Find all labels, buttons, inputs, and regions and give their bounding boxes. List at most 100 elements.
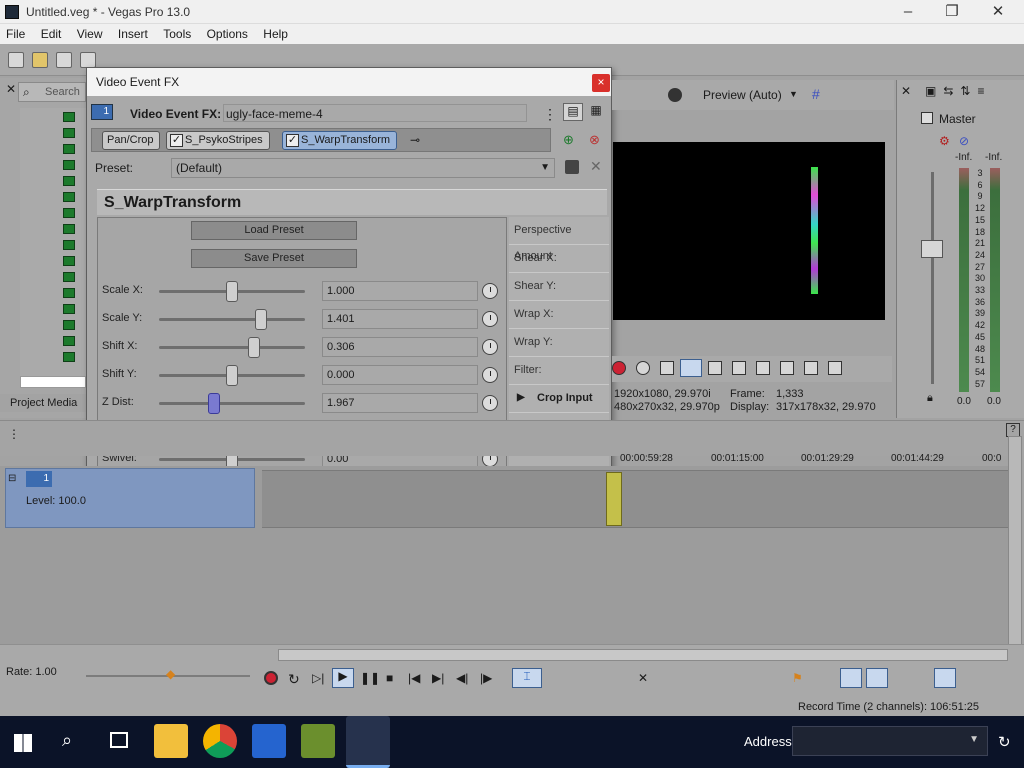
tree-folder-icon[interactable] <box>63 128 75 138</box>
master-checkbox[interactable] <box>921 112 933 124</box>
explorer-hscroll[interactable] <box>20 376 86 388</box>
prev-frame-icon[interactable] <box>804 361 818 375</box>
chain-warptransform[interactable]: ✓ S_WarpTransform <box>282 131 398 150</box>
stop-icon[interactable] <box>732 361 746 375</box>
chain-psykostripes[interactable]: ✓ S_PsykoStripes <box>166 131 270 150</box>
menu-file[interactable]: File <box>0 24 31 41</box>
record-icon[interactable] <box>264 671 278 685</box>
mixer-fx-icon[interactable]: ⚙ <box>939 134 950 148</box>
preview-quality-dropdown[interactable]: Preview (Auto) <box>703 88 782 102</box>
go-to-end-icon[interactable]: ▶| <box>432 671 444 685</box>
pause-icon[interactable]: ❚❚ <box>360 671 380 685</box>
file-explorer-icon[interactable] <box>154 724 188 758</box>
chrome-icon[interactable] <box>203 724 237 758</box>
menu-options[interactable]: Options <box>201 24 254 41</box>
view-list-icon[interactable]: ▤ <box>563 103 583 121</box>
tree-folder-icon[interactable] <box>63 224 75 234</box>
app-icon[interactable] <box>301 724 335 758</box>
crop-input-group[interactable]: ▶ Crop Input <box>509 385 609 413</box>
mixer-close-icon[interactable]: ✕ <box>901 84 911 98</box>
param-slider-track[interactable] <box>159 346 305 349</box>
timeline-gripper-icon[interactable]: ⋮ <box>8 427 20 441</box>
chevron-down-icon[interactable]: ▼ <box>969 734 979 745</box>
param-slider-track[interactable] <box>159 318 305 321</box>
loop-icon[interactable]: ↻ <box>288 671 300 688</box>
keyframe-clock-icon[interactable] <box>482 395 498 411</box>
lock-icon[interactable]: 🔒︎ <box>927 392 933 405</box>
pause-icon[interactable] <box>708 361 722 375</box>
param-slider-thumb[interactable] <box>208 393 221 414</box>
play-icon[interactable]: ▶ <box>332 668 354 688</box>
delete-preset-icon[interactable]: ✕ <box>590 158 602 175</box>
lock-envelope-icon[interactable] <box>934 668 956 688</box>
menu-help[interactable]: Help <box>257 24 294 41</box>
param-value-field[interactable]: 1.967 <box>322 393 478 413</box>
tree-folder-icon[interactable] <box>63 336 75 346</box>
delete-icon[interactable]: ✕ <box>638 671 648 685</box>
go-to-start-icon[interactable]: |◀ <box>408 671 420 685</box>
address-input[interactable]: ▼ <box>792 726 988 756</box>
search-box[interactable]: ⌕ Search <box>18 82 86 102</box>
tree-folder-icon[interactable] <box>63 352 75 362</box>
param-value-field[interactable]: 0.306 <box>322 337 478 357</box>
tree-folder-icon[interactable] <box>63 304 75 314</box>
vegas-taskbar-icon[interactable] <box>346 716 390 768</box>
param-slider-thumb[interactable] <box>247 337 260 358</box>
tree-folder-icon[interactable] <box>63 240 75 250</box>
tree-folder-icon[interactable] <box>63 256 75 266</box>
param-value-field[interactable]: 0.000 <box>322 365 478 385</box>
param-slider-thumb[interactable] <box>226 365 238 386</box>
chain-pan-crop[interactable]: Pan/Crop <box>102 131 161 150</box>
close-window-button[interactable]: ✕ <box>990 4 1006 20</box>
plugin-chain-add-icon[interactable]: ⊕ <box>563 132 574 148</box>
todo-icon[interactable] <box>252 724 286 758</box>
project-media-tab[interactable]: Project Media <box>0 394 86 412</box>
play-from-start-icon[interactable] <box>660 361 674 375</box>
mixer-mute-icon[interactable]: ⊘ <box>959 134 969 148</box>
param-value-field[interactable]: 1.000 <box>322 281 478 301</box>
param-value-field[interactable]: 1.401 <box>322 309 478 329</box>
play-icon[interactable] <box>680 359 702 377</box>
properties-icon[interactable] <box>80 52 96 68</box>
open-icon[interactable] <box>32 52 48 68</box>
maximize-button[interactable]: ❐ <box>944 4 960 20</box>
tree-folder-icon[interactable] <box>63 208 75 218</box>
keyframe-clock-icon[interactable] <box>482 283 498 299</box>
param-slider-thumb[interactable] <box>255 309 268 330</box>
snap-icon[interactable] <box>866 668 888 688</box>
preset-dropdown[interactable]: (Default) ▼ <box>171 158 555 178</box>
video-clip[interactable] <box>606 472 622 526</box>
overlay-grid-icon[interactable]: # <box>812 86 820 102</box>
tree-folder-icon[interactable] <box>63 144 75 154</box>
rate-slider-thumb[interactable]: ◆ <box>166 667 175 681</box>
marker-icon[interactable]: ⚑ <box>792 671 803 685</box>
dialog-close-button[interactable]: × <box>592 74 610 92</box>
edit-tool-icon[interactable]: ⌶ <box>512 668 542 688</box>
plugin-chain-remove-icon[interactable]: ⊗ <box>589 132 600 148</box>
chevron-down-icon[interactable]: ▼ <box>789 89 798 99</box>
next-frame-icon[interactable]: |▶ <box>480 671 492 685</box>
tree-folder-icon[interactable] <box>63 288 75 298</box>
search-icon[interactable]: ⌕ <box>62 730 72 751</box>
checkbox-checked-icon[interactable]: ✓ <box>170 134 183 147</box>
save-preset-button[interactable]: Save Preset <box>191 249 357 268</box>
tree-folder-icon[interactable] <box>63 160 75 170</box>
param-slider-track[interactable] <box>159 402 305 405</box>
stop-icon[interactable]: ■ <box>386 671 393 685</box>
keyframe-clock-icon[interactable] <box>482 367 498 383</box>
keyframe-clock-icon[interactable] <box>482 339 498 355</box>
checkbox-checked-icon[interactable]: ✓ <box>286 134 299 147</box>
timeline-hscroll[interactable] <box>278 649 1008 661</box>
menu-view[interactable]: View <box>71 24 109 41</box>
minimize-button[interactable]: – <box>900 4 916 20</box>
fader-handle[interactable] <box>921 240 943 258</box>
task-view-icon[interactable] <box>110 732 128 748</box>
auto-ripple-icon[interactable] <box>840 668 862 688</box>
tree-folder-icon[interactable] <box>63 192 75 202</box>
tree-folder-icon[interactable] <box>63 112 75 122</box>
start-windows-icon[interactable] <box>14 734 32 752</box>
preview-settings-icon[interactable] <box>668 88 682 102</box>
param-slider-thumb[interactable] <box>226 281 238 302</box>
tree-folder-icon[interactable] <box>63 272 75 282</box>
save-preset-icon[interactable] <box>565 160 579 174</box>
